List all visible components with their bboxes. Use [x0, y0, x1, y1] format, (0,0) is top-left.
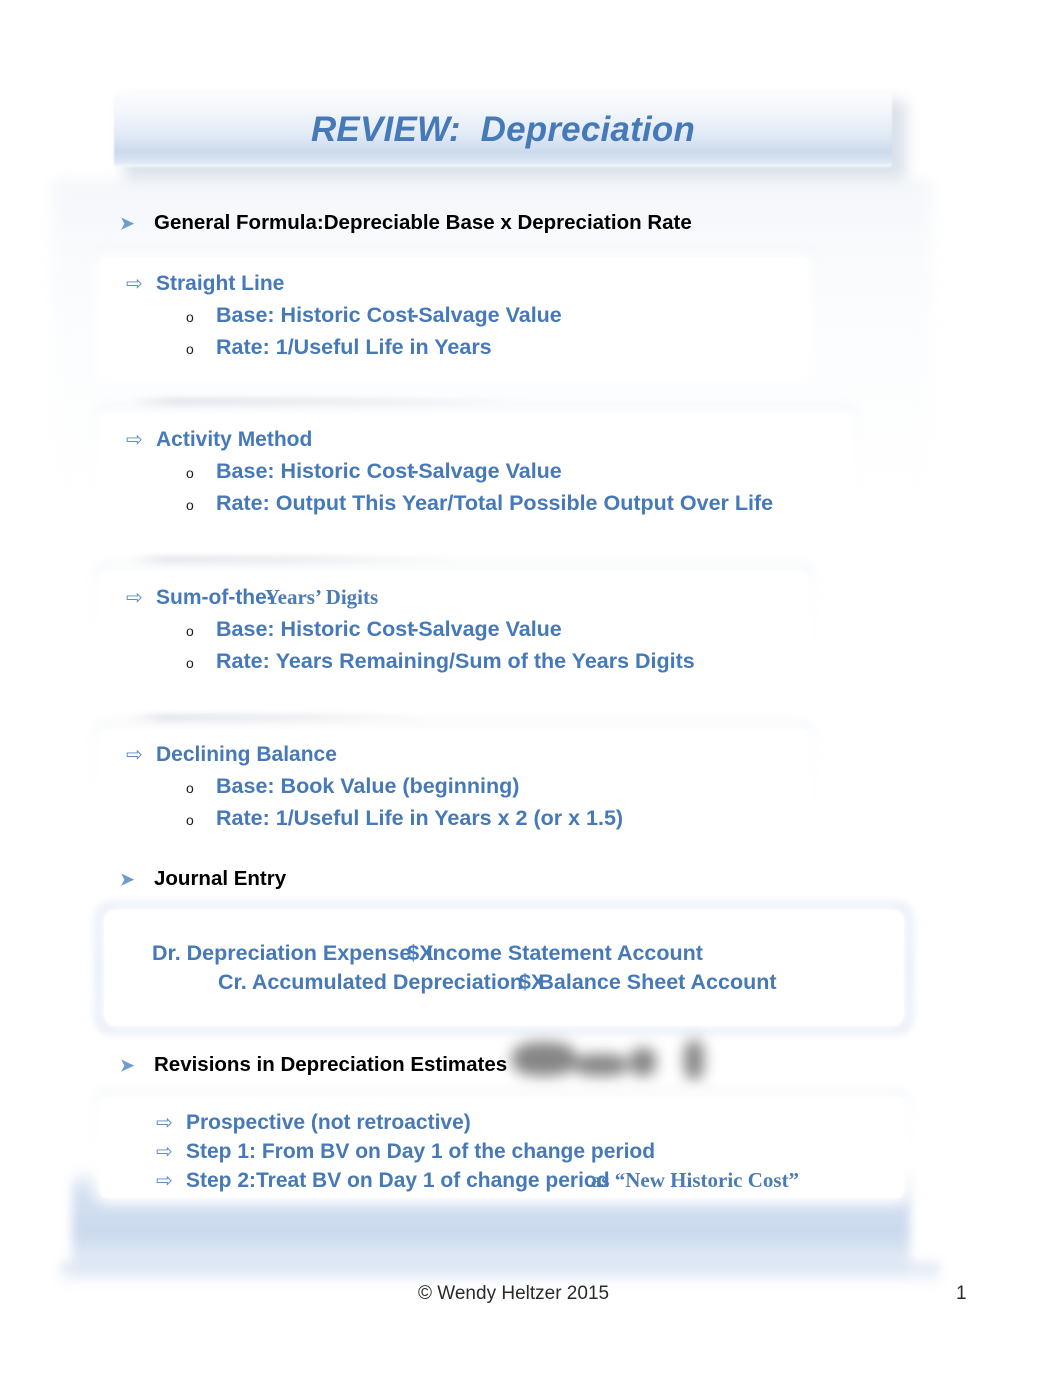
revision-item-step-1-label: Step 1: From BV on Day 1 of the change p…	[186, 1140, 656, 1163]
syd-rate-label: Rate:	[216, 649, 270, 673]
declining-balance-rate-value: 1/Useful Life in Years x 2 (or x 1.5)	[275, 806, 624, 830]
method-declining-balance: ⇨ Declining Balance	[126, 742, 337, 767]
method-activity-label: Activity Method	[156, 428, 313, 451]
syd-base-label: Base:	[216, 617, 275, 641]
declining-balance-rate-row: o Rate: 1/Useful Life in Years x 2 (or x…	[186, 806, 623, 831]
revision-item-step-2-label-sans: Step 2:Treat BV on Day 1 of change perio…	[186, 1169, 610, 1192]
straight-line-base-label: Base:	[216, 303, 275, 327]
revision-item-step-1: ⇨ Step 1: From BV on Day 1 of the change…	[156, 1139, 655, 1164]
method-activity: ⇨ Activity Method	[126, 427, 312, 452]
journal-entry-box	[104, 910, 904, 1026]
hollow-arrow-icon: ⇨	[156, 1141, 173, 1163]
hollow-arrow-icon: ⇨	[126, 744, 143, 766]
hollow-arrow-icon: ⇨	[126, 429, 143, 451]
journal-entry-credit-note: Balance Sheet Account	[538, 970, 777, 994]
syd-base-row: o Base: Historic Cost - Salvage Value	[186, 617, 562, 641]
slide-page: REVIEW: Depreciation ➤ General Formula:D…	[0, 0, 1062, 1376]
activity-base-value-b: Salvage Value	[418, 459, 562, 483]
heading-revisions-label: Revisions in Depreciation Estimates	[154, 1053, 508, 1076]
straight-line-rate-value: 1/Useful Life in Years	[275, 335, 492, 359]
method-straight-line: ⇨ Straight Line	[126, 271, 284, 296]
heading-journal-entry-label: Journal Entry	[154, 867, 287, 890]
blurred-artifact	[508, 1036, 720, 1092]
journal-entry-credit-account: Cr. Accumulated Depreciation	[218, 970, 530, 994]
circle-bullet-icon: o	[186, 341, 194, 357]
activity-rate-value: Output This Year/Total Possible Output O…	[275, 491, 774, 515]
journal-entry-credit-row: Cr. Accumulated Depreciation $X Balance S…	[218, 970, 777, 995]
method-syd-label-sans: Sum-of-the-	[156, 586, 274, 609]
circle-bullet-icon: o	[186, 780, 194, 796]
method-declining-balance-label: Declining Balance	[156, 743, 337, 766]
arrowhead-icon: ➤	[120, 870, 135, 889]
method-syd-label-serif: Years’ Digits	[264, 585, 379, 609]
heading-journal-entry: ➤ Journal Entry	[120, 867, 286, 891]
arrowhead-icon: ➤	[120, 214, 135, 233]
heading-general-formula: ➤ General Formula:Depreciable Base x Dep…	[120, 211, 692, 235]
footer-page-number: 1	[956, 1283, 967, 1304]
straight-line-base-value-b: Salvage Value	[418, 303, 562, 327]
method-syd: ⇨ Sum-of-the- Years’ Digits	[126, 585, 378, 610]
activity-base-label: Base:	[216, 459, 275, 483]
revision-item-step-2-label-serif: as “New Historic Cost”	[585, 1168, 800, 1192]
hollow-arrow-icon: ⇨	[156, 1170, 173, 1192]
declining-balance-rate-label: Rate:	[216, 806, 270, 830]
straight-line-rate-label: Rate:	[216, 335, 270, 359]
circle-bullet-icon: o	[186, 309, 194, 325]
straight-line-base-row: o Base: Historic Cost - Salvage Value	[186, 303, 562, 327]
journal-entry-debit-row: Dr. Depreciation Expense $X Income Statem…	[152, 941, 703, 966]
declining-balance-base-value: Book Value (beginning)	[280, 774, 520, 798]
circle-bullet-icon: o	[186, 497, 194, 513]
circle-bullet-icon: o	[186, 465, 194, 481]
revision-item-prospective-label: Prospective (not retroactive)	[186, 1111, 471, 1134]
activity-rate-label: Rate:	[216, 491, 270, 515]
hollow-arrow-icon: ⇨	[126, 273, 143, 295]
syd-base-value-b: Salvage Value	[418, 617, 562, 641]
method-straight-line-label: Straight Line	[156, 272, 285, 295]
syd-rate-value: Years Remaining/Sum of the Years Digits	[275, 649, 695, 673]
footer-copyright: © Wendy Heltzer 2015	[418, 1283, 610, 1304]
activity-base-row: o Base: Historic Cost - Salvage Value	[186, 459, 562, 483]
arrowhead-icon: ➤	[120, 1056, 135, 1075]
activity-rate-row: o Rate: Output This Year/Total Possible …	[186, 491, 773, 516]
page-title: REVIEW: Depreciation	[310, 110, 696, 149]
hollow-arrow-icon: ⇨	[126, 587, 143, 609]
straight-line-base-value-a: Historic Cost	[280, 303, 415, 327]
circle-bullet-icon: o	[186, 623, 194, 639]
hollow-arrow-icon: ⇨	[156, 1112, 173, 1134]
circle-bullet-icon: o	[186, 812, 194, 828]
heading-general-formula-label: General Formula:Depreciable Base x Depre…	[154, 211, 692, 234]
declining-balance-base-row: o Base: Book Value (beginning)	[186, 774, 519, 799]
journal-entry-debit-note: Income Statement Account	[426, 941, 703, 965]
activity-base-value-a: Historic Cost	[280, 459, 415, 483]
heading-revisions: ➤ Revisions in Depreciation Estimates	[120, 1053, 507, 1077]
straight-line-rate-row: o Rate: 1/Useful Life in Years	[186, 335, 492, 360]
syd-base-value-a: Historic Cost	[280, 617, 415, 641]
declining-balance-base-label: Base:	[216, 774, 275, 798]
revision-item-prospective: ⇨ Prospective (not retroactive)	[156, 1110, 471, 1135]
revision-item-step-2: ⇨ Step 2:Treat BV on Day 1 of change per…	[156, 1168, 799, 1193]
circle-bullet-icon: o	[186, 655, 194, 671]
syd-rate-row: o Rate: Years Remaining/Sum of the Years…	[186, 649, 695, 674]
journal-entry-debit-account: Dr. Depreciation Expense	[152, 941, 418, 965]
